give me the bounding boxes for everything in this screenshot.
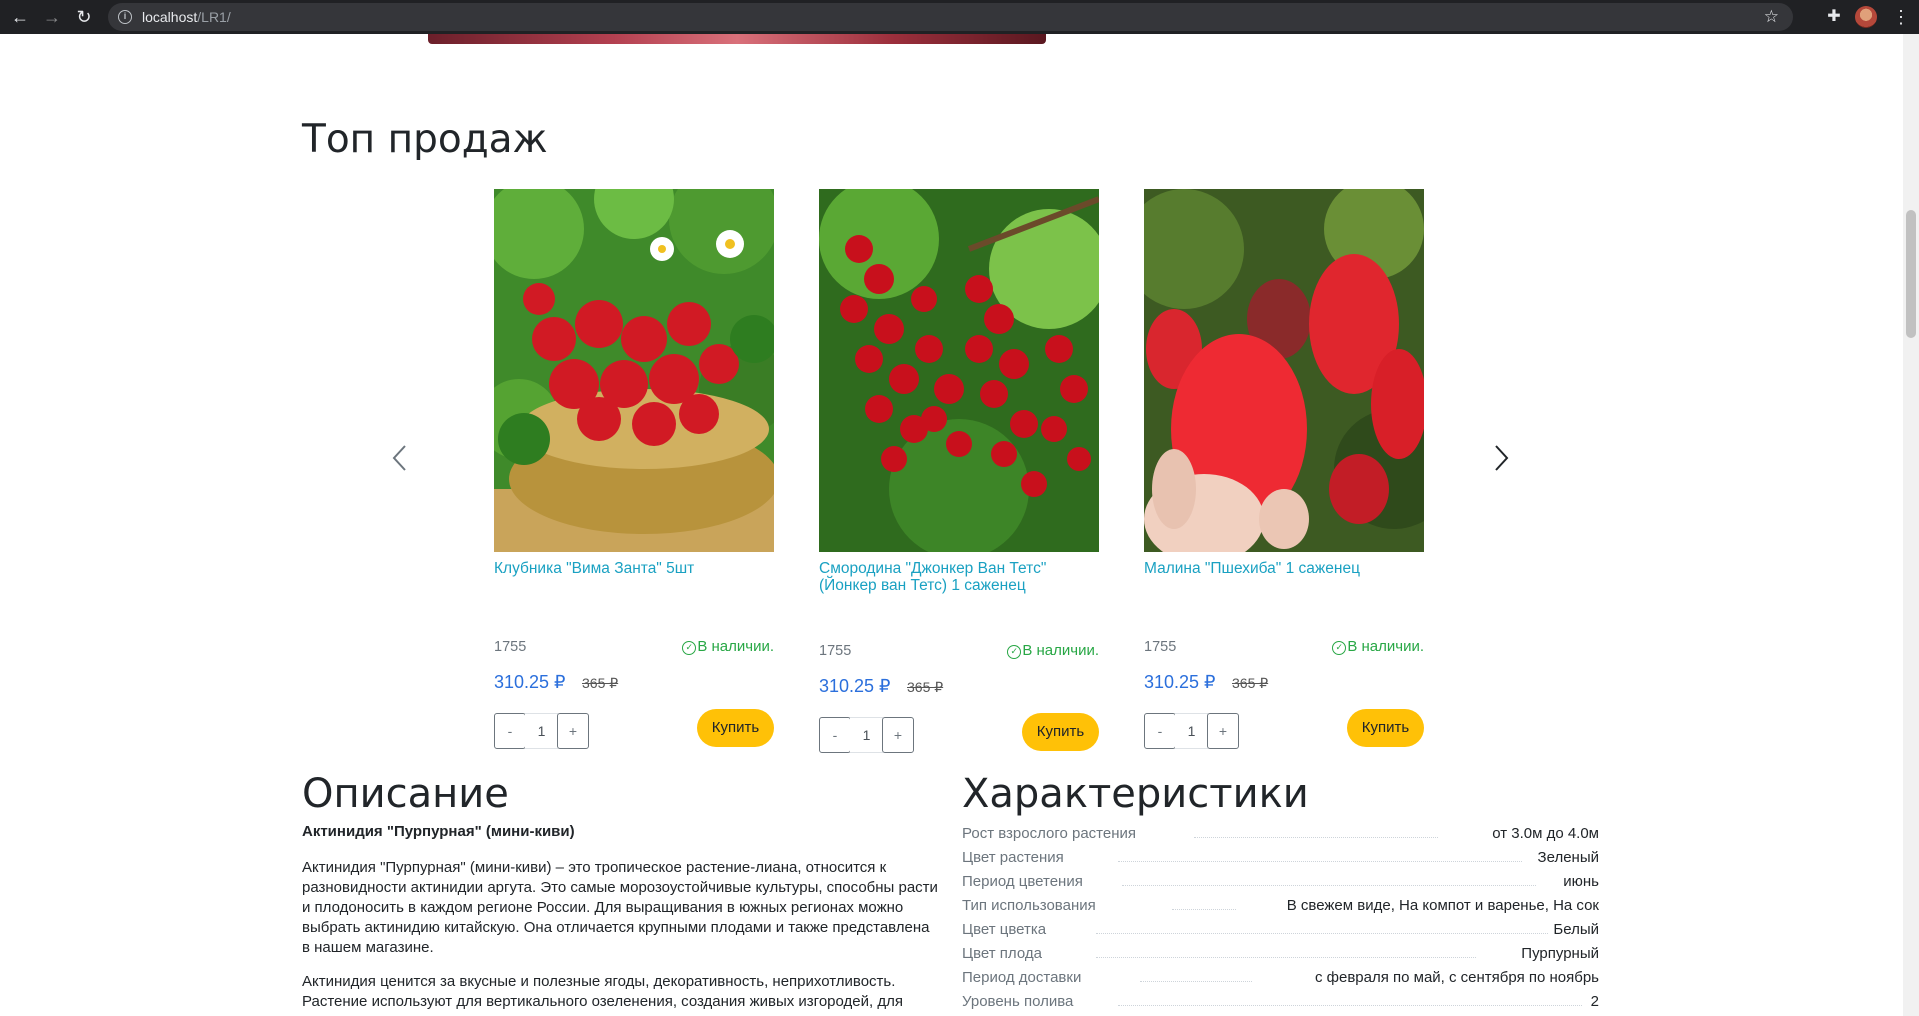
spec-value: 2 — [1586, 992, 1599, 1012]
spec-value: Зеленый — [1533, 848, 1599, 868]
browser-toolbar: ← → ↻ i localhost/LR1/ ☆ ✚ ⋮ — [0, 0, 1919, 34]
banner-image-bottom-edge — [428, 34, 1046, 44]
quantity-plus-button[interactable]: + — [882, 717, 914, 753]
spec-row: Цвет растения Зеленый — [962, 848, 1599, 872]
description-paragraph: Актинидия "Пурпурная" (мини-киви) – это … — [302, 859, 938, 956]
description-heading: Описание — [302, 771, 509, 817]
specs-heading: Характеристики — [962, 771, 1309, 817]
scrollbar-thumb[interactable] — [1906, 210, 1916, 338]
product-card: Смородина "Джонкер Ван Тетс" (Йонкер ван… — [819, 189, 1099, 753]
product-code: 1755 — [1144, 639, 1177, 655]
quantity-stepper: - 1 + — [819, 717, 921, 753]
stock-status: ✓ В наличии. — [1007, 642, 1099, 659]
spec-key: Цвет растения — [962, 848, 1068, 868]
stock-status: ✓ В наличии. — [682, 638, 774, 655]
quantity-minus-button[interactable]: - — [819, 717, 851, 753]
product-code: 1755 — [819, 643, 852, 659]
spec-value: июнь — [1559, 872, 1599, 892]
reload-icon[interactable]: ↻ — [72, 5, 96, 29]
quantity-minus-button[interactable]: - — [1144, 713, 1176, 749]
quantity-plus-button[interactable]: + — [1207, 713, 1239, 749]
product-old-price: 365 ₽ — [907, 679, 944, 695]
buy-button[interactable]: Купить — [1347, 709, 1424, 747]
product-image-currant[interactable] — [819, 189, 1099, 552]
product-price: 310.25 ₽ — [1144, 672, 1216, 692]
carousel-next-icon[interactable] — [1486, 438, 1516, 478]
product-code: 1755 — [494, 639, 527, 655]
product-old-price: 365 ₽ — [582, 675, 619, 691]
product-old-price: 365 ₽ — [1232, 675, 1269, 691]
product-name-link[interactable]: Смородина "Джонкер Ван Тетс" (Йонкер ван… — [819, 560, 1099, 594]
product-image-strawberry[interactable] — [494, 189, 774, 552]
quantity-minus-button[interactable]: - — [494, 713, 526, 749]
spec-row: Цвет цветка Белый — [962, 920, 1599, 944]
spec-key: Цвет цветка — [962, 920, 1051, 940]
extensions-puzzle-icon[interactable]: ✚ — [1823, 6, 1845, 28]
spec-value: Белый — [1549, 920, 1599, 940]
product-card: Клубника "Вима Занта" 5шт 1755 ✓ В наличи… — [494, 189, 774, 749]
buy-button[interactable]: Купить — [697, 709, 774, 747]
spec-key: Рост взрослого растения — [962, 824, 1141, 844]
stock-status: ✓ В наличии. — [1332, 638, 1424, 655]
product-card: Малина "Пшехиба" 1 саженец 1755 ✓ В налич… — [1144, 189, 1424, 749]
forward-arrow-icon[interactable]: → — [40, 5, 64, 29]
spec-value: В свежем виде, На компот и варенье, На с… — [1282, 896, 1599, 916]
spec-key: Период доставки — [962, 968, 1086, 988]
spec-value: от 3.0м до 4.0м — [1488, 824, 1599, 844]
check-circle-icon: ✓ — [682, 641, 697, 655]
quantity-stepper: - 1 + — [1144, 713, 1246, 749]
buy-button[interactable]: Купить — [1022, 713, 1099, 751]
page-content: Топ продаж Клубника "Вима Занта" 5шт 175… — [0, 34, 1903, 1016]
back-arrow-icon[interactable]: ← — [8, 5, 32, 29]
product-name-link[interactable]: Клубника "Вима Занта" 5шт — [494, 560, 774, 577]
bookmark-star-icon[interactable]: ☆ — [1764, 7, 1779, 27]
spec-row: Уровень полива 2 — [962, 992, 1599, 1016]
spec-row: Тип использования В свежем виде, На компо… — [962, 896, 1599, 920]
spec-key: Уровень полива — [962, 992, 1078, 1012]
spec-row: Рост взрослого растения от 3.0м до 4.0м — [962, 824, 1599, 848]
top-sales-heading: Топ продаж — [302, 117, 548, 162]
spec-row: Цвет плода Пурпурный — [962, 944, 1599, 968]
spec-value: с февраля по май, с сентября по ноябрь — [1310, 968, 1599, 988]
site-info-icon[interactable]: i — [118, 10, 132, 24]
carousel-prev-icon[interactable] — [385, 438, 415, 478]
url-text[interactable]: localhost/LR1/ — [142, 8, 231, 26]
product-price: 310.25 ₽ — [819, 676, 891, 696]
quantity-input[interactable]: 1 — [525, 713, 558, 749]
description-body: Актинидия "Пурпурная" (мини-киви) Актини… — [302, 822, 938, 1016]
browser-menu-icon[interactable]: ⋮ — [1891, 5, 1911, 29]
quantity-plus-button[interactable]: + — [557, 713, 589, 749]
spec-key: Тип использования — [962, 896, 1100, 916]
address-bar[interactable]: i localhost/LR1/ ☆ — [108, 3, 1793, 31]
product-image-raspberry[interactable] — [1144, 189, 1424, 552]
spec-row: Период доставки с февраля по май, с сентя… — [962, 968, 1599, 992]
spec-row: Период цветения июнь — [962, 872, 1599, 896]
description-paragraph: Актинидия ценится за вкусные и полезные … — [302, 973, 903, 1010]
description-lead: Актинидия "Пурпурная" (мини-киви) — [302, 823, 575, 840]
quantity-stepper: - 1 + — [494, 713, 596, 749]
product-price: 310.25 ₽ — [494, 672, 566, 692]
spec-value: Пурпурный — [1517, 944, 1599, 964]
product-name-link[interactable]: Малина "Пшехиба" 1 саженец — [1144, 560, 1424, 577]
check-circle-icon: ✓ — [1007, 645, 1022, 659]
check-circle-icon: ✓ — [1332, 641, 1347, 655]
specs-list: Рост взрослого растения от 3.0м до 4.0м Ц… — [962, 824, 1599, 1016]
spec-key: Цвет плода — [962, 944, 1046, 964]
profile-avatar[interactable] — [1855, 6, 1877, 28]
page-scrollbar[interactable] — [1903, 34, 1919, 1016]
quantity-input[interactable]: 1 — [850, 717, 883, 753]
spec-key: Период цветения — [962, 872, 1087, 892]
quantity-input[interactable]: 1 — [1175, 713, 1208, 749]
